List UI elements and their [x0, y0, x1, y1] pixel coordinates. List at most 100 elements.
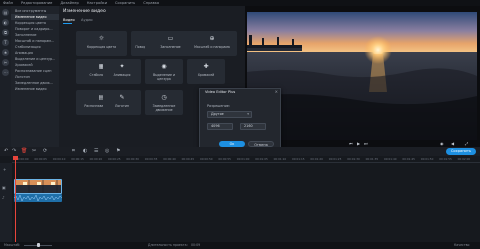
clip-thumbnails — [15, 180, 61, 193]
tool-tile-highlight-censor[interactable]: ◉ Выделение и цензура — [145, 59, 183, 84]
redo-icon[interactable]: ↷ — [12, 148, 16, 154]
add-track-icon[interactable]: + — [3, 167, 6, 172]
audio-track-icon[interactable]: ♪ — [2, 195, 5, 200]
tile-label: Логотип — [115, 104, 129, 108]
stickers-icon[interactable]: ★ — [2, 49, 9, 56]
record-icon[interactable]: ◎ — [105, 148, 109, 154]
ruler-tick-label: 00:01:45 — [402, 157, 415, 161]
crop-icon[interactable]: ⌗ — [72, 148, 75, 154]
ruler-tick-label: 00:01:50 — [420, 157, 434, 161]
width-field[interactable]: 4096 — [207, 123, 233, 130]
tool-list: Все инструменты Изменение видео Коррекци… — [11, 6, 59, 147]
preset-value: Другое — [211, 112, 224, 116]
clip-properties-icon[interactable]: ☰ — [94, 148, 98, 154]
sunset-frame — [247, 12, 477, 140]
ruler-tick-label: 00:00:55 — [218, 157, 231, 161]
censor-icon: ◉ — [161, 63, 167, 70]
ruler-tick-label: 00:00:50 — [200, 157, 213, 161]
tile-label: Хромакей — [197, 73, 215, 77]
menu-help[interactable]: Справка — [143, 1, 159, 5]
tool-item[interactable]: Изменение видео — [11, 86, 59, 92]
color-icon[interactable]: ◐ — [83, 148, 87, 154]
ruler-tick-label: 00:00:40 — [163, 157, 176, 161]
ruler-tick-label: 00:01:05 — [255, 157, 268, 161]
ruler-tick-label: 00:00:25 — [108, 157, 121, 161]
menu-edit[interactable]: Редактирование — [21, 1, 52, 5]
ruler-tick-label: 00:01:30 — [347, 157, 360, 161]
chromakey-icon: ✚ — [203, 63, 209, 70]
duration-value: 00:09 — [191, 243, 201, 247]
tool-tile-zoom-pan[interactable]: ⊕ Масштаб и панорама — [187, 31, 237, 56]
tab-video[interactable]: Видео — [63, 18, 75, 22]
cut-icon[interactable]: ✂ — [32, 148, 36, 154]
menu-settings[interactable]: Настройки — [87, 1, 107, 5]
ruler-tick-label: 00:02:00 — [457, 157, 471, 161]
tool-tile-chromakey[interactable]: ✚ Хромакей — [187, 59, 225, 84]
titles-icon[interactable]: T — [2, 39, 9, 46]
fullscreen-icon[interactable]: ⤢ — [465, 141, 468, 146]
tool-tile-slow-motion[interactable]: ◷ Замедленное движение — [145, 90, 183, 115]
resolution-preset-select[interactable]: Другое ▾ — [207, 111, 252, 118]
ruler-tick-label: 00:00:45 — [181, 157, 195, 161]
fill-icon: ▭ — [167, 35, 174, 42]
filters-icon[interactable]: ◐ — [2, 19, 9, 26]
close-icon[interactable]: × — [275, 89, 278, 94]
waveform — [13, 194, 63, 202]
status-bar: Масштаб: Длительность проекта: 00:09 Кач… — [0, 242, 480, 249]
chevron-down-icon: ▾ — [247, 112, 249, 116]
tool-tile-animation[interactable]: ✦ Анимация — [103, 59, 141, 84]
zoom-label: Масштаб: — [4, 243, 21, 247]
video-clip[interactable] — [14, 179, 62, 194]
marker-icon[interactable]: ⚑ — [116, 148, 120, 154]
ruler-tick-label: 00:00:20 — [89, 157, 103, 161]
ruler-tick-label: 00:01:15 — [292, 157, 305, 161]
tools-icon[interactable]: ✂ — [2, 59, 9, 66]
tab-audio[interactable]: Аудио — [81, 18, 93, 22]
menu-file[interactable]: Файл — [3, 1, 13, 5]
zoom-slider-thumb[interactable] — [37, 243, 40, 247]
resolution-dialog: Video Editor Plus × Разрешение: Другое ▾… — [199, 88, 281, 150]
more-icon[interactable]: ⋯ — [2, 69, 9, 76]
tile-label: Масштаб и панорама — [194, 45, 230, 49]
video-preview[interactable] — [247, 12, 477, 140]
tool-tile-color-correction[interactable]: ☼ Коррекция цвета — [76, 31, 127, 56]
audio-waveform[interactable] — [13, 194, 63, 202]
undo-icon[interactable]: ↶ — [4, 148, 8, 154]
rotate-icon[interactable]: ⟳ — [43, 148, 47, 154]
ruler-tick-label: 00:01:20 — [310, 157, 323, 161]
ruler-tick-label: 00:00:35 — [144, 157, 158, 161]
height-value: 2160 — [244, 124, 253, 128]
export-button[interactable]: Сохранить — [446, 148, 476, 155]
prev-frame-icon[interactable]: ⏮ — [349, 141, 353, 146]
tile-label: Анимация — [113, 73, 131, 77]
import-icon[interactable]: ▤ — [2, 9, 9, 16]
video-track-icon[interactable]: ▣ — [2, 185, 6, 190]
height-field[interactable]: 2160 — [240, 123, 266, 130]
dialog-title: Video Editor Plus — [205, 90, 236, 94]
menu-save[interactable]: Сохранить — [115, 1, 135, 5]
ruler-tick-label: 00:01:10 — [273, 157, 287, 161]
tool-tile-logo[interactable]: ✎ Логотип — [103, 90, 141, 115]
volume-icon[interactable]: ◀ — [451, 141, 454, 146]
tab-underline — [63, 23, 72, 24]
snapshot-icon[interactable]: ◉ — [440, 141, 444, 146]
tile-label: Коррекция цвета — [86, 45, 117, 49]
timeline-toolbar: ↶ ↷ 🗑 ✂ ⟳ ⌗ ◐ ☰ ◎ ⚑ Сохранить — [0, 147, 480, 156]
quality-label[interactable]: Качество — [454, 243, 470, 247]
transitions-icon[interactable]: ⧉ — [2, 29, 9, 36]
timeline: 00:00:00 00:00:05 00:00:10 00:00:15 00:00:20… — [0, 156, 480, 242]
sun-icon: ☼ — [98, 35, 105, 42]
ruler-tick-label: 00:01:00 — [236, 157, 250, 161]
resolution-label: Разрешение: — [207, 104, 231, 108]
play-icon[interactable]: ▶ — [357, 141, 360, 146]
timeline-ruler: 00:00:00 00:00:05 00:00:10 00:00:15 00:00:20… — [12, 156, 480, 163]
animation-icon: ✦ — [119, 63, 125, 70]
delete-icon[interactable]: 🗑 — [21, 148, 27, 154]
menu-designer[interactable]: Дизайнер — [60, 1, 78, 5]
next-frame-icon[interactable]: ⏭ — [364, 141, 368, 146]
ruler-tick-label: 00:01:25 — [328, 157, 342, 161]
panel-title: Изменение видео — [63, 9, 106, 14]
ruler-tick-label: 00:00:30 — [126, 157, 139, 161]
playhead[interactable] — [15, 156, 16, 242]
icon-rail: ▤ ◐ ⧉ T ★ ✂ ⋯ — [0, 6, 11, 147]
